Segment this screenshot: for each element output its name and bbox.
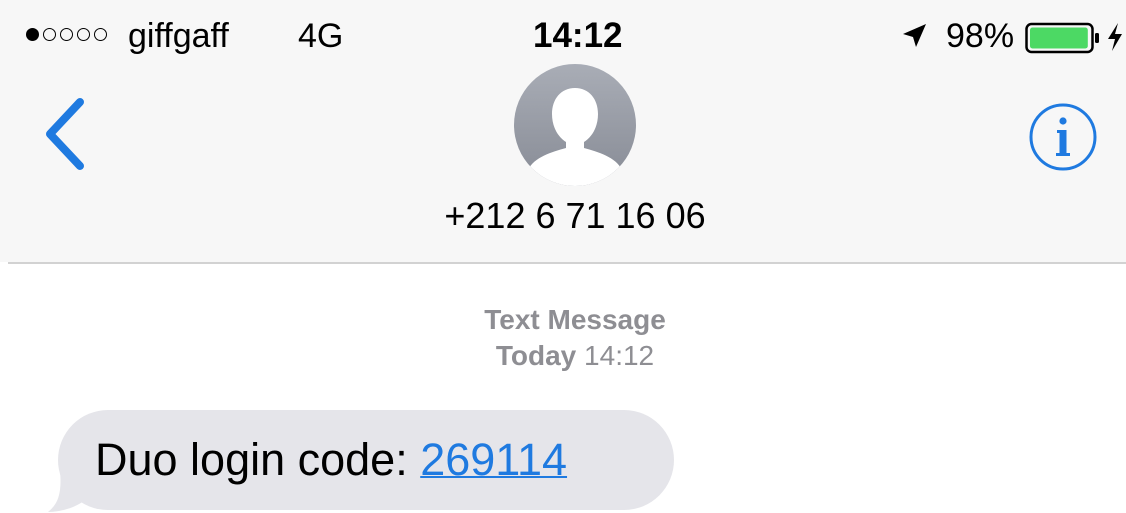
signal-dot [43,28,56,41]
message-body: Duo login code: [95,434,421,485]
status-time: 14:12 [533,16,623,55]
message-text: Duo login code: 269114 [95,432,567,488]
battery-icon [1025,22,1099,54]
message-date-line: Today 14:12 [0,338,1126,374]
contact-number[interactable]: +212 6 71 16 06 [0,192,1126,240]
signal-dot [60,28,73,41]
info-button[interactable] [1028,102,1098,172]
message-service-label: Text Message [484,304,666,335]
conversation-header: giffgaff 4G 14:12 98% +212 6 71 16 06 [0,0,1126,262]
login-code-link[interactable]: 269114 [420,434,567,485]
signal-dot [26,28,39,41]
signal-strength-indicator [26,28,107,41]
battery-percentage: 98% [946,17,1015,55]
message-date: Today [495,340,577,371]
header-divider [8,262,1126,264]
back-button[interactable] [40,96,90,172]
carrier-name: giffgaff [128,17,229,55]
info-icon [1029,103,1097,171]
network-type: 4G [298,17,344,55]
location-arrow-icon [903,24,926,47]
message-timestamp-group: Text Message Today 14:12 [0,302,1126,374]
contact-avatar[interactable] [514,64,636,186]
charging-bolt-icon [1108,23,1122,51]
person-silhouette-icon [528,88,622,186]
messages-screen: giffgaff 4G 14:12 98% +212 6 71 16 06 Te… [0,0,1126,513]
signal-dot [77,28,90,41]
message-time: 14:12 [584,340,655,371]
chevron-left-icon [46,98,84,170]
battery-fill [1030,27,1088,49]
signal-dot [94,28,107,41]
